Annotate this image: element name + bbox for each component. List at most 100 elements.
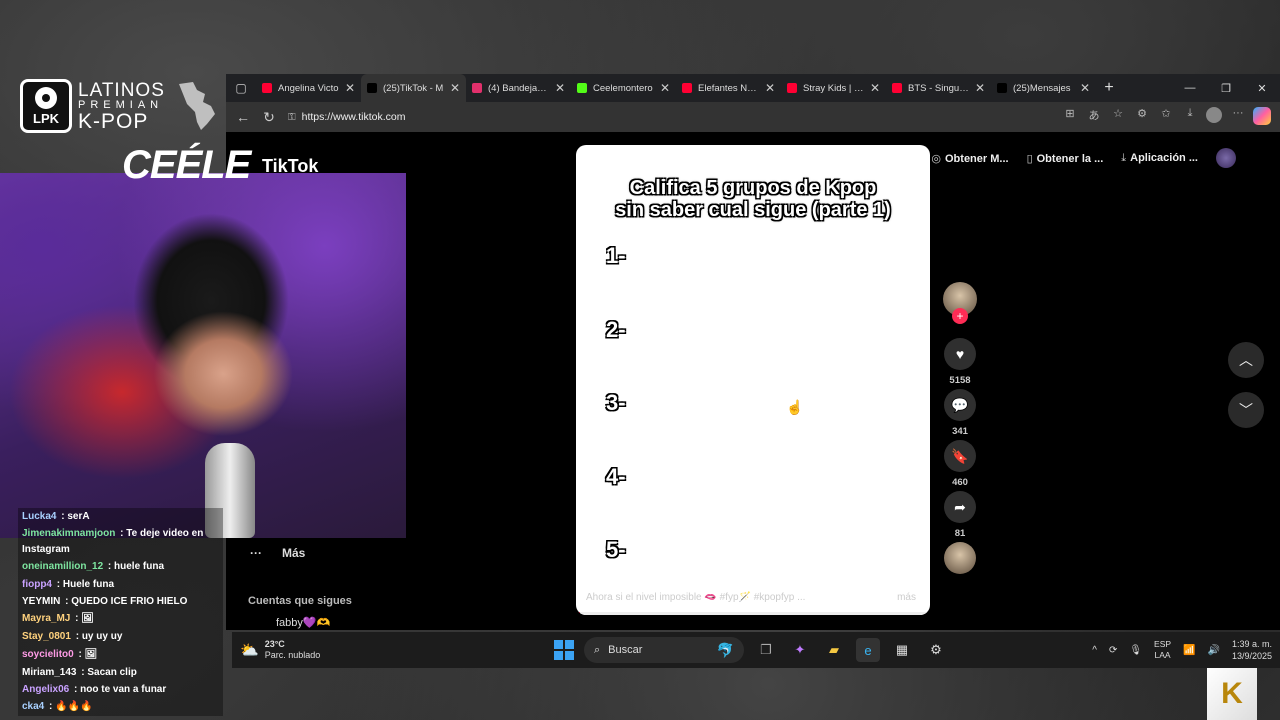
close-window-icon[interactable]: ✕ bbox=[1244, 82, 1280, 95]
kick-icon bbox=[577, 83, 587, 93]
chat-separator: : bbox=[71, 684, 81, 695]
sidebar-more[interactable]: ··· Más bbox=[250, 546, 305, 560]
action-rail: + ♥ 5158 💬 341 🔖 460 ➦ 81 bbox=[942, 282, 978, 574]
windows-start-icon[interactable] bbox=[554, 640, 574, 660]
video-player[interactable]: Califica 5 grupos de Kpop sin saber cual… bbox=[576, 145, 930, 615]
restore-icon[interactable]: ❐ bbox=[1208, 82, 1244, 95]
close-tab-icon[interactable]: ✕ bbox=[870, 81, 880, 95]
chevron-down-icon[interactable]: ﹀ bbox=[1228, 392, 1264, 428]
back-icon[interactable]: ← bbox=[232, 109, 254, 125]
copilot-app-icon[interactable]: ✦ bbox=[788, 638, 812, 662]
sync-icon[interactable]: ⟳ bbox=[1109, 645, 1117, 656]
wifi-icon[interactable]: 📶 bbox=[1183, 645, 1195, 656]
creator-avatar[interactable]: + bbox=[943, 282, 977, 324]
language-indicator[interactable]: ESP LAA bbox=[1154, 639, 1171, 661]
chevron-up-icon[interactable]: ︿ bbox=[1228, 342, 1264, 378]
chat-separator: : bbox=[46, 701, 56, 712]
tab-label: Angelina Victo bbox=[278, 82, 339, 94]
bookmark-icon[interactable]: 🔖 bbox=[944, 440, 976, 472]
chat-message: oneinamillion_12 : huele funa bbox=[18, 558, 223, 576]
chat-text: Huele funa bbox=[62, 579, 115, 590]
lpk-line2: PREMIAN bbox=[78, 98, 164, 111]
desktop-app-button[interactable]: ⤓ Aplicación ... bbox=[1121, 152, 1198, 165]
chat-username: Lucka4 bbox=[22, 511, 57, 522]
file-explorer-icon[interactable]: ▰ bbox=[822, 638, 846, 662]
lpk-wordmark: LATINOS PREMIAN K-POP bbox=[78, 81, 165, 132]
profile-icon[interactable] bbox=[1202, 106, 1226, 128]
chat-separator: : bbox=[117, 528, 127, 539]
webcam-feed bbox=[0, 173, 406, 538]
toolbar-icons: ⊞ あ ☆ ⚙ ✩ ⤓ ··· bbox=[1058, 106, 1274, 128]
favorites-icon[interactable]: ✩ bbox=[1154, 107, 1178, 128]
sound-avatar[interactable] bbox=[944, 542, 976, 574]
browser-tab[interactable]: Ceelemontero ✕ bbox=[571, 74, 676, 102]
chat-text: Sacan clip bbox=[87, 667, 137, 678]
chat-message: fiopp4 : Huele funa bbox=[18, 576, 223, 594]
close-tab-icon[interactable]: ✕ bbox=[555, 81, 565, 95]
chat-username: soycielito0 bbox=[22, 649, 74, 660]
rank-5: 5- bbox=[606, 537, 626, 562]
chat-text: QUEDO ICE FRIO HIELO bbox=[71, 596, 188, 607]
tab-label: Stray Kids | By bbox=[803, 82, 864, 94]
mic-icon[interactable]: 🎙 bbox=[1129, 645, 1142, 656]
taskbar-search[interactable]: ⌕ Buscar 🐬 bbox=[584, 637, 744, 663]
browser-tab[interactable]: (25)TikTok - M ✕ bbox=[361, 74, 466, 102]
video-progress-fill bbox=[576, 612, 580, 615]
site-info-icon[interactable]: ⚿ bbox=[288, 112, 296, 123]
close-tab-icon[interactable]: ✕ bbox=[1080, 81, 1090, 95]
volume-icon[interactable]: 🔊 bbox=[1208, 645, 1220, 656]
tiktok-profile-avatar[interactable] bbox=[1216, 148, 1236, 168]
translate-icon[interactable]: あ bbox=[1082, 107, 1106, 128]
browser-tab[interactable]: Angelina Victo ✕ bbox=[256, 74, 361, 102]
chat-message: Miriam_143 : Sacan clip bbox=[18, 664, 223, 682]
edge-browser-icon[interactable]: e bbox=[856, 638, 880, 662]
tab-strip: Angelina Victo ✕ (25)TikTok - M ✕ (4) Bandej… bbox=[256, 74, 1096, 102]
taskbar-apps: ⌕ Buscar 🐬 ❐ ✦ ▰ e ▦ ⚙ bbox=[554, 637, 948, 663]
clock[interactable]: 1:39 a. m. 13/9/2025 bbox=[1232, 638, 1272, 662]
browser-tab[interactable]: BTS - Singular ✕ bbox=[886, 74, 991, 102]
app-available-icon[interactable]: ⊞ bbox=[1058, 107, 1082, 128]
browser-tab[interactable]: Elefantes NO I ✕ bbox=[676, 74, 781, 102]
close-tab-icon[interactable]: ✕ bbox=[660, 81, 670, 95]
browser-tab[interactable]: Stray Kids | By ✕ bbox=[781, 74, 886, 102]
refresh-icon[interactable]: ↻ bbox=[258, 109, 280, 126]
follow-plus-icon[interactable]: + bbox=[952, 308, 968, 324]
following-user[interactable]: fabby💜🫶 bbox=[276, 616, 330, 629]
close-tab-icon[interactable]: ✕ bbox=[345, 81, 355, 95]
weather-widget[interactable]: ⛅ 23°C Parc. nublado bbox=[240, 639, 320, 661]
chevron-up-tray-icon[interactable]: ^ bbox=[1092, 645, 1097, 656]
tab-actions-icon[interactable]: ▢ bbox=[226, 74, 256, 102]
chat-username: Angelix06 bbox=[22, 684, 70, 695]
extensions-icon[interactable]: ⚙ bbox=[1130, 107, 1154, 128]
caption-more-link[interactable]: más bbox=[897, 592, 916, 603]
close-tab-icon[interactable]: ✕ bbox=[765, 81, 775, 95]
downloads-icon[interactable]: ⤓ bbox=[1178, 107, 1202, 128]
get-coins-button[interactable]: ◎ Obtener M... bbox=[931, 152, 1008, 165]
task-view-icon[interactable]: ❐ bbox=[754, 638, 778, 662]
copilot-icon[interactable] bbox=[1250, 106, 1274, 128]
video-nav: ︿ ﹀ bbox=[1228, 342, 1264, 428]
favorite-star-icon[interactable]: ☆ bbox=[1106, 107, 1130, 128]
close-tab-icon[interactable]: ✕ bbox=[450, 81, 460, 95]
more-icon[interactable]: ··· bbox=[1226, 107, 1250, 128]
browser-tab[interactable]: (25)Mensajes ✕ bbox=[991, 74, 1096, 102]
close-tab-icon[interactable]: ✕ bbox=[975, 81, 985, 95]
chat-username: Stay_0801 bbox=[22, 631, 71, 642]
settings-gear-icon[interactable]: ⚙ bbox=[924, 638, 948, 662]
sidebar-more-label: Más bbox=[282, 546, 306, 560]
new-tab-button[interactable]: + bbox=[1096, 79, 1122, 97]
minimize-icon[interactable]: — bbox=[1172, 82, 1208, 95]
like-heart-icon[interactable]: ♥ bbox=[944, 338, 976, 370]
cloudy-weather-icon: ⛅ bbox=[240, 641, 259, 659]
url-field[interactable]: ⚿ https://www.tiktok.com bbox=[284, 106, 1054, 128]
video-progress-bar[interactable] bbox=[576, 612, 930, 615]
get-app-button[interactable]: ▯ Obtener la ... bbox=[1027, 152, 1104, 165]
store-icon[interactable]: ▦ bbox=[890, 638, 914, 662]
browser-tab[interactable]: (4) Bandeja de ✕ bbox=[466, 74, 571, 102]
lpk-line1: LATINOS bbox=[78, 79, 165, 101]
share-arrow-icon[interactable]: ➦ bbox=[944, 491, 976, 523]
chat-message: YEYMIN : QUEDO ICE FRIO HIELO bbox=[18, 594, 223, 610]
video-title-line1: Califica 5 grupos de Kpop bbox=[629, 177, 877, 199]
comment-icon[interactable]: 💬 bbox=[944, 389, 976, 421]
tab-label: (4) Bandeja de bbox=[488, 82, 549, 94]
